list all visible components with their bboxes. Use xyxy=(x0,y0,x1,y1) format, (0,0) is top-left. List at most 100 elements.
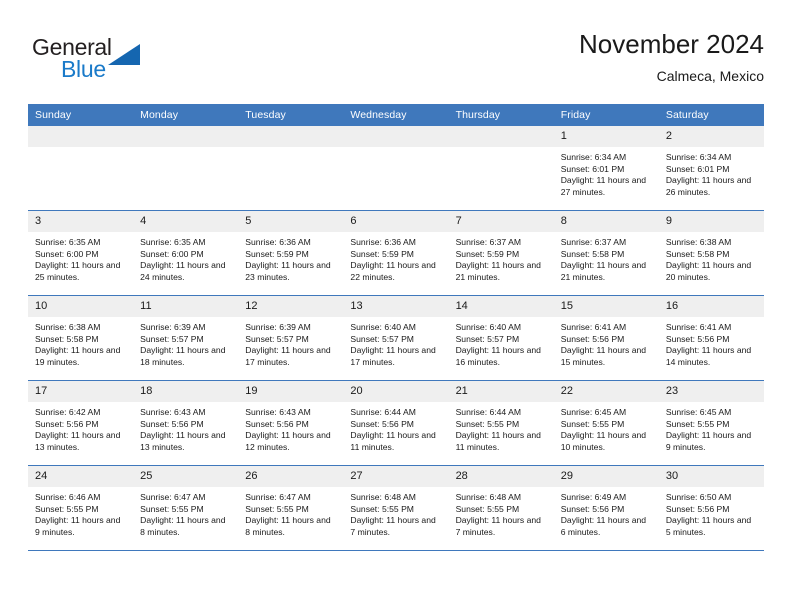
day-details: Sunrise: 6:44 AM Sunset: 5:55 PM Daylight:… xyxy=(449,402,554,453)
sunrise-text: Sunrise: 6:45 AM xyxy=(560,407,627,417)
day-number: 9 xyxy=(658,211,764,232)
calendar-day-cell[interactable]: 4 Sunrise: 6:35 AM Sunset: 6:00 PM Daylight… xyxy=(133,210,239,296)
day-number: 29 xyxy=(553,466,659,487)
day-details: Sunrise: 6:46 AM Sunset: 5:55 PM Daylight:… xyxy=(28,487,133,538)
calendar-day-cell[interactable]: 13 Sunrise: 6:40 AM Sunset: 5:57 PM Dayligh… xyxy=(343,295,449,381)
calendar-day-cell-empty xyxy=(133,126,239,211)
calendar-day-cell[interactable]: 25 Sunrise: 6:47 AM Sunset: 5:55 PM Dayligh… xyxy=(133,465,239,551)
triangle-icon xyxy=(108,44,140,65)
sunset-text: Sunset: 5:58 PM xyxy=(560,248,625,259)
day-number: 12 xyxy=(238,296,344,317)
calendar-day-cell[interactable]: 11 Sunrise: 6:39 AM Sunset: 5:57 PM Dayligh… xyxy=(133,295,239,381)
calendar-day-cell-empty xyxy=(28,126,134,211)
sunrise-text: Sunrise: 6:43 AM xyxy=(245,407,311,417)
calendar-day-cell[interactable]: 30 Sunrise: 6:50 AM Sunset: 5:56 PM Dayligh… xyxy=(658,465,764,551)
calendar-page: General Blue November 2024 Calmeca, Mexi… xyxy=(0,0,792,612)
day-details: Sunrise: 6:43 AM Sunset: 5:56 PM Daylight:… xyxy=(133,402,238,453)
calendar-day-cell[interactable]: 12 Sunrise: 6:39 AM Sunset: 5:57 PM Dayligh… xyxy=(238,295,344,381)
day-details: Sunrise: 6:36 AM Sunset: 5:59 PM Daylight:… xyxy=(343,232,448,283)
sunset-text: Sunset: 5:55 PM xyxy=(35,503,99,514)
daylight-text: Daylight: 11 hours and 9 minutes. xyxy=(35,515,121,537)
sunset-text: Sunset: 5:56 PM xyxy=(35,418,99,429)
day-number: 11 xyxy=(133,296,239,317)
sunset-text: Sunset: 5:55 PM xyxy=(560,418,625,429)
sunrise-text: Sunrise: 6:41 AM xyxy=(665,322,732,332)
calendar-day-cell[interactable]: 26 Sunrise: 6:47 AM Sunset: 5:55 PM Dayligh… xyxy=(238,465,344,551)
day-number: 15 xyxy=(553,296,659,317)
calendar-day-cell[interactable]: 16 Sunrise: 6:41 AM Sunset: 5:56 PM Dayligh… xyxy=(658,295,764,381)
daylight-text: Daylight: 11 hours and 14 minutes. xyxy=(665,345,752,367)
weekday-header-monday: Monday xyxy=(133,104,239,126)
calendar-day-cell[interactable]: 17 Sunrise: 6:42 AM Sunset: 5:56 PM Dayligh… xyxy=(28,380,134,466)
day-details: Sunrise: 6:43 AM Sunset: 5:56 PM Daylight:… xyxy=(238,402,343,453)
sunset-text: Sunset: 5:58 PM xyxy=(35,333,99,344)
calendar-day-cell[interactable]: 15 Sunrise: 6:41 AM Sunset: 5:56 PM Dayligh… xyxy=(553,295,659,381)
sunrise-text: Sunrise: 6:34 AM xyxy=(665,152,732,162)
calendar-week-row: 24 Sunrise: 6:46 AM Sunset: 5:55 PM Dayligh… xyxy=(28,465,764,551)
calendar-day-cell[interactable]: 9 Sunrise: 6:38 AM Sunset: 5:58 PM Daylight… xyxy=(658,210,764,296)
calendar-day-cell[interactable]: 6 Sunrise: 6:36 AM Sunset: 5:59 PM Daylight… xyxy=(343,210,449,296)
logo-text-blue: Blue xyxy=(61,56,106,82)
sunset-text: Sunset: 5:58 PM xyxy=(665,248,730,259)
sunset-text: Sunset: 5:59 PM xyxy=(245,248,309,259)
weekday-header-sunday: Sunday xyxy=(28,104,134,126)
calendar-header-row: Sunday Monday Tuesday Wednesday Thursday… xyxy=(28,104,764,126)
day-details: Sunrise: 6:40 AM Sunset: 5:57 PM Daylight:… xyxy=(343,317,448,368)
calendar-day-cell[interactable]: 3 Sunrise: 6:35 AM Sunset: 6:00 PM Daylight… xyxy=(28,210,134,296)
calendar-day-cell[interactable]: 5 Sunrise: 6:36 AM Sunset: 5:59 PM Daylight… xyxy=(238,210,344,296)
sunrise-text: Sunrise: 6:36 AM xyxy=(245,237,311,247)
calendar-day-cell[interactable]: 21 Sunrise: 6:44 AM Sunset: 5:55 PM Dayligh… xyxy=(448,380,554,466)
day-number: 13 xyxy=(343,296,449,317)
sunrise-text: Sunrise: 6:44 AM xyxy=(350,407,416,417)
daylight-text: Daylight: 11 hours and 15 minutes. xyxy=(560,345,647,367)
day-details: Sunrise: 6:50 AM Sunset: 5:56 PM Daylight:… xyxy=(659,487,764,538)
day-details: Sunrise: 6:34 AM Sunset: 6:01 PM Daylight:… xyxy=(659,147,764,198)
calendar-day-cell[interactable]: 22 Sunrise: 6:45 AM Sunset: 5:55 PM Dayligh… xyxy=(553,380,659,466)
day-details: Sunrise: 6:48 AM Sunset: 5:55 PM Daylight:… xyxy=(343,487,448,538)
calendar-day-cell[interactable]: 27 Sunrise: 6:48 AM Sunset: 5:55 PM Dayligh… xyxy=(343,465,449,551)
calendar-day-cell[interactable]: 2 Sunrise: 6:34 AM Sunset: 6:01 PM Daylight… xyxy=(658,126,764,211)
daylight-text: Daylight: 11 hours and 23 minutes. xyxy=(245,260,331,282)
day-details: Sunrise: 6:35 AM Sunset: 6:00 PM Daylight:… xyxy=(28,232,133,283)
day-details: Sunrise: 6:39 AM Sunset: 5:57 PM Daylight:… xyxy=(133,317,238,368)
daylight-text: Daylight: 11 hours and 13 minutes. xyxy=(140,430,226,452)
day-details: Sunrise: 6:44 AM Sunset: 5:56 PM Daylight:… xyxy=(343,402,448,453)
sunrise-text: Sunrise: 6:48 AM xyxy=(455,492,522,502)
calendar-day-cell[interactable]: 8 Sunrise: 6:37 AM Sunset: 5:58 PM Daylight… xyxy=(553,210,659,296)
sunrise-text: Sunrise: 6:43 AM xyxy=(140,407,206,417)
weekday-header-thursday: Thursday xyxy=(448,104,554,126)
calendar-day-cell[interactable]: 20 Sunrise: 6:44 AM Sunset: 5:56 PM Dayligh… xyxy=(343,380,449,466)
sunrise-text: Sunrise: 6:42 AM xyxy=(35,407,101,417)
sunrise-text: Sunrise: 6:49 AM xyxy=(560,492,627,502)
day-number: 1 xyxy=(553,126,659,147)
day-details: Sunrise: 6:47 AM Sunset: 5:55 PM Daylight:… xyxy=(133,487,238,538)
daylight-text: Daylight: 11 hours and 7 minutes. xyxy=(350,515,436,537)
sunrise-text: Sunrise: 6:41 AM xyxy=(560,322,627,332)
sunset-text: Sunset: 5:57 PM xyxy=(140,333,204,344)
daylight-text: Daylight: 11 hours and 18 minutes. xyxy=(140,345,226,367)
sunset-text: Sunset: 5:56 PM xyxy=(560,503,625,514)
calendar-day-cell[interactable]: 23 Sunrise: 6:45 AM Sunset: 5:55 PM Dayligh… xyxy=(658,380,764,466)
calendar-day-cell[interactable]: 14 Sunrise: 6:40 AM Sunset: 5:57 PM Dayligh… xyxy=(448,295,554,381)
daylight-text: Daylight: 11 hours and 22 minutes. xyxy=(350,260,436,282)
day-details: Sunrise: 6:40 AM Sunset: 5:57 PM Daylight:… xyxy=(449,317,554,368)
daylight-text: Daylight: 11 hours and 24 minutes. xyxy=(140,260,226,282)
calendar-table: Sunday Monday Tuesday Wednesday Thursday… xyxy=(28,104,764,551)
weekday-header-saturday: Saturday xyxy=(658,104,764,126)
calendar-day-cell[interactable]: 1 Sunrise: 6:34 AM Sunset: 6:01 PM Daylight… xyxy=(553,126,659,211)
daylight-text: Daylight: 11 hours and 17 minutes. xyxy=(245,345,331,367)
calendar-day-cell[interactable]: 29 Sunrise: 6:49 AM Sunset: 5:56 PM Dayligh… xyxy=(553,465,659,551)
calendar-day-cell[interactable]: 7 Sunrise: 6:37 AM Sunset: 5:59 PM Daylight… xyxy=(448,210,554,296)
calendar-day-cell[interactable]: 10 Sunrise: 6:38 AM Sunset: 5:58 PM Dayligh… xyxy=(28,295,134,381)
calendar-day-cell[interactable]: 18 Sunrise: 6:43 AM Sunset: 5:56 PM Dayligh… xyxy=(133,380,239,466)
day-details: Sunrise: 6:38 AM Sunset: 5:58 PM Daylight:… xyxy=(28,317,133,368)
sunrise-text: Sunrise: 6:39 AM xyxy=(140,322,206,332)
calendar-day-cell[interactable]: 28 Sunrise: 6:48 AM Sunset: 5:55 PM Dayligh… xyxy=(448,465,554,551)
calendar-day-cell[interactable]: 24 Sunrise: 6:46 AM Sunset: 5:55 PM Dayligh… xyxy=(28,465,134,551)
sunrise-text: Sunrise: 6:38 AM xyxy=(35,322,101,332)
day-number: 23 xyxy=(658,381,764,402)
calendar-day-cell-empty xyxy=(448,126,554,211)
calendar-day-cell[interactable]: 19 Sunrise: 6:43 AM Sunset: 5:56 PM Dayligh… xyxy=(238,380,344,466)
sunset-text: Sunset: 5:56 PM xyxy=(350,418,414,429)
calendar-body: 1 Sunrise: 6:34 AM Sunset: 6:01 PM Daylight… xyxy=(28,126,764,551)
